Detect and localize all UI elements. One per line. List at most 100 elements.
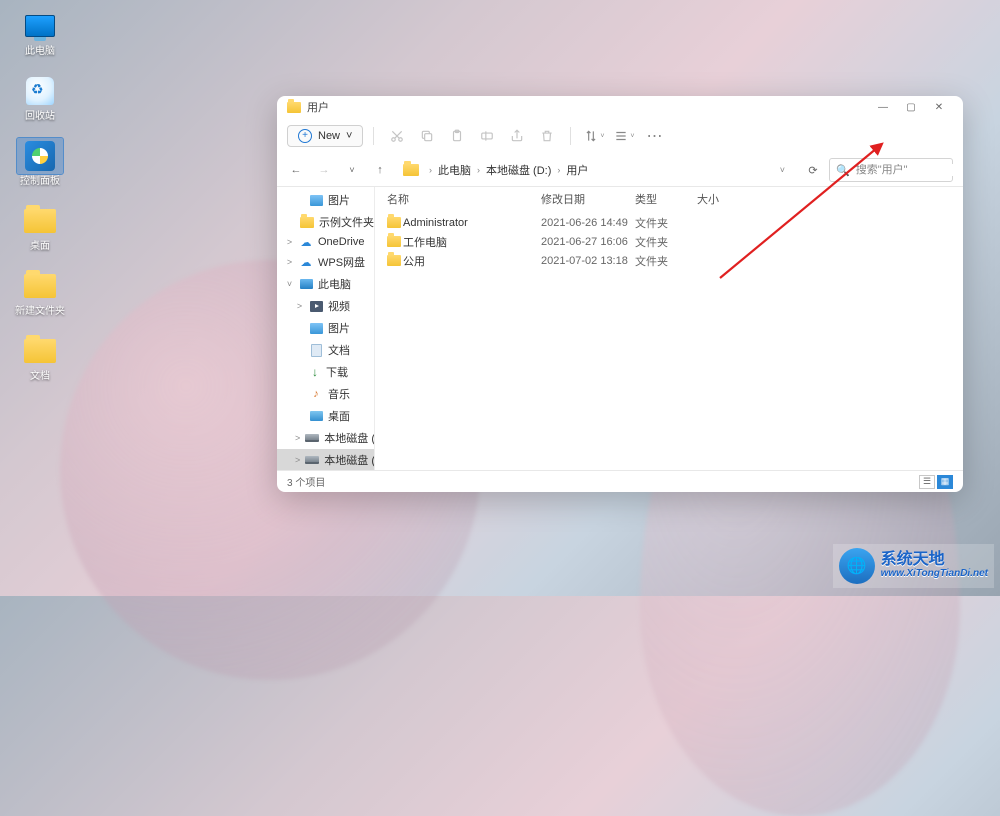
- up-button[interactable]: ↑: [369, 159, 391, 181]
- sidebar-item[interactable]: >☁OneDrive: [277, 233, 374, 251]
- chevron-right-icon: ›: [425, 165, 436, 175]
- chevron-down-icon: ˅: [346, 130, 352, 142]
- sidebar-item[interactable]: > 本地磁盘 (C:): [277, 427, 374, 449]
- sidebar-item-label: 示例文件夹: [319, 214, 374, 230]
- col-date[interactable]: 修改日期: [541, 191, 635, 207]
- desktop-icon-folder-2[interactable]: 新建文件夹: [6, 268, 74, 317]
- minimize-button[interactable]: —: [869, 96, 897, 118]
- sidebar-item[interactable]: 桌面: [277, 405, 374, 427]
- sidebar-item-label: WPS网盘: [318, 254, 365, 270]
- vid-icon: [309, 300, 323, 312]
- desktop-icon-this-pc[interactable]: 此电脑: [6, 8, 74, 57]
- sidebar-item-label: 图片: [328, 320, 350, 336]
- new-button[interactable]: + New ˅: [287, 125, 363, 147]
- sort-button[interactable]: ˅: [581, 123, 607, 149]
- navigation-pane[interactable]: 图片 示例文件夹📌>☁OneDrive>☁WPS网盘˅此电脑>视频 图片 文档 …: [277, 187, 375, 470]
- view-toggle: ☰ ▦: [919, 475, 953, 489]
- table-row[interactable]: Administrator2021-06-26 14:49文件夹: [387, 213, 951, 232]
- expand-caret-icon[interactable]: >: [295, 433, 300, 443]
- column-headers[interactable]: 名称 修改日期 类型 大小: [375, 187, 963, 213]
- forward-button[interactable]: →: [313, 159, 335, 181]
- sidebar-item[interactable]: ♪音乐: [277, 383, 374, 405]
- breadcrumb[interactable]: › 此电脑 › 本地磁盘 (D:) › 用户 ˅: [397, 162, 797, 178]
- sidebar-item-label: 本地磁盘 (D:): [324, 452, 375, 468]
- refresh-button[interactable]: ⟳: [803, 160, 823, 180]
- command-toolbar: + New ˅ ˅ ˅ ⋯: [277, 118, 963, 154]
- monitor-icon: [25, 15, 55, 37]
- back-button[interactable]: ←: [285, 159, 307, 181]
- icons-view-button[interactable]: ▦: [937, 475, 953, 489]
- sidebar-item[interactable]: 示例文件夹📌: [277, 211, 374, 233]
- cell-date: 2021-06-27 16:06: [541, 236, 635, 248]
- breadcrumb-segment[interactable]: 本地磁盘 (D:): [486, 162, 551, 178]
- col-name[interactable]: 名称: [387, 191, 541, 207]
- history-dropdown[interactable]: ˅: [341, 159, 363, 181]
- desktop-label: 回收站: [25, 111, 55, 122]
- file-list: Administrator2021-06-26 14:49文件夹工作电脑2021…: [375, 213, 963, 270]
- cell-name: 公用: [403, 253, 541, 269]
- breadcrumb-segment[interactable]: 此电脑: [438, 162, 471, 178]
- chevron-right-icon: ›: [473, 165, 484, 175]
- expand-caret-icon[interactable]: >: [295, 455, 300, 465]
- content-pane: 名称 修改日期 类型 大小 Administrator2021-06-26 14…: [375, 187, 963, 470]
- close-button[interactable]: ✕: [925, 96, 953, 118]
- expand-caret-icon[interactable]: >: [285, 237, 294, 247]
- dl-icon: ↓: [309, 366, 321, 378]
- maximize-button[interactable]: ▢: [897, 96, 925, 118]
- desktop-icon-folder-1[interactable]: 桌面: [6, 203, 74, 252]
- chevron-right-icon: ›: [553, 165, 564, 175]
- expand-caret-icon[interactable]: >: [295, 301, 304, 311]
- pc-icon: [299, 278, 313, 290]
- address-dropdown[interactable]: ˅: [774, 165, 791, 175]
- paste-button[interactable]: [444, 123, 470, 149]
- sidebar-item-label: 音乐: [328, 386, 350, 402]
- expand-caret-icon[interactable]: >: [285, 257, 294, 267]
- share-button[interactable]: [504, 123, 530, 149]
- details-view-button[interactable]: ☰: [919, 475, 935, 489]
- explorer-body: 图片 示例文件夹📌>☁OneDrive>☁WPS网盘˅此电脑>视频 图片 文档 …: [277, 186, 963, 470]
- sidebar-item[interactable]: > 本地磁盘 (D:): [277, 449, 374, 470]
- view-button[interactable]: ˅: [611, 123, 637, 149]
- folder-icon: [287, 102, 301, 113]
- cell-name: Administrator: [403, 217, 541, 229]
- desktop-icon-control-panel[interactable]: 控制面板: [6, 138, 74, 187]
- table-row[interactable]: 工作电脑2021-06-27 16:06文件夹: [387, 232, 951, 251]
- status-bar: 3 个项目 ☰ ▦: [277, 470, 963, 492]
- expand-caret-icon[interactable]: ˅: [285, 279, 294, 289]
- sidebar-item[interactable]: ↓下载: [277, 361, 374, 383]
- sidebar-item[interactable]: 图片: [277, 317, 374, 339]
- rename-button[interactable]: [474, 123, 500, 149]
- desktop: 此电脑 回收站 控制面板 桌面 新建文件夹 文档: [0, 0, 80, 390]
- sidebar-item-label: 本地磁盘 (C:): [324, 430, 375, 446]
- sidebar-item[interactable]: 图片: [277, 189, 374, 211]
- copy-button[interactable]: [414, 123, 440, 149]
- table-row[interactable]: 公用2021-07-02 13:18文件夹: [387, 251, 951, 270]
- cell-type: 文件夹: [635, 234, 697, 250]
- more-button[interactable]: ⋯: [641, 123, 667, 149]
- sidebar-item[interactable]: ˅ 此电脑: [277, 273, 374, 295]
- folder-icon: [387, 255, 403, 266]
- item-count: 3 个项目: [287, 474, 325, 489]
- sidebar-item[interactable]: >☁WPS网盘: [277, 251, 374, 273]
- desktop-icon-folder-3[interactable]: 文档: [6, 333, 74, 382]
- cut-button[interactable]: [384, 123, 410, 149]
- sidebar-item-label: OneDrive: [318, 236, 364, 248]
- sidebar-item[interactable]: >视频: [277, 295, 374, 317]
- file-explorer-window: 用户 — ▢ ✕ + New ˅ ˅ ˅ ⋯ ← → ˅ ↑ › 此电脑: [277, 96, 963, 492]
- delete-button[interactable]: [534, 123, 560, 149]
- new-label: New: [318, 130, 340, 142]
- sidebar-item-label: 文档: [328, 342, 350, 358]
- search-input[interactable]: [856, 164, 963, 176]
- search-box[interactable]: 🔍: [829, 158, 953, 182]
- col-type[interactable]: 类型: [635, 191, 697, 207]
- sidebar-item[interactable]: 文档: [277, 339, 374, 361]
- watermark: 🌐 系统天地 www.XiTongTianDi.net: [833, 544, 994, 588]
- drive-icon: [305, 432, 319, 444]
- breadcrumb-segment[interactable]: 用户: [566, 162, 588, 178]
- col-size[interactable]: 大小: [697, 191, 747, 207]
- separator: [570, 127, 571, 145]
- cell-type: 文件夹: [635, 215, 697, 231]
- desktop-icon-recycle-bin[interactable]: 回收站: [6, 73, 74, 122]
- titlebar[interactable]: 用户 — ▢ ✕: [277, 96, 963, 118]
- sidebar-item-label: 此电脑: [318, 276, 351, 292]
